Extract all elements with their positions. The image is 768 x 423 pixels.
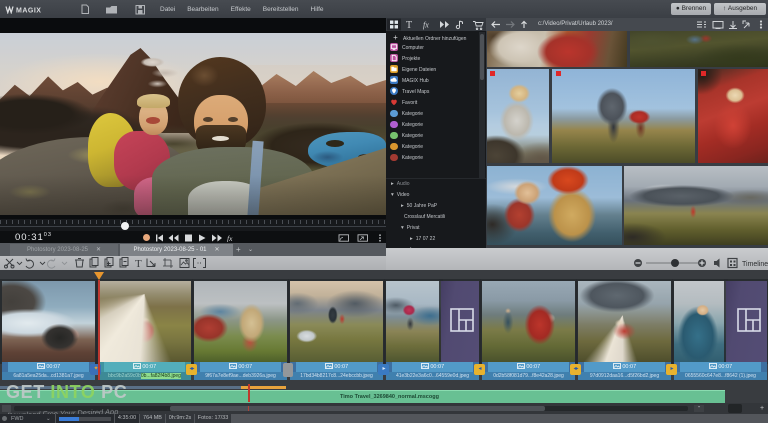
svg-text:MAGIX: MAGIX [16,8,41,15]
svg-text:fx: fx [227,234,233,242]
svg-text:T: T [406,20,412,31]
svg-text:Timeline: Timeline [742,261,768,268]
svg-text:fx: fx [423,21,429,30]
svg-text:T: T [135,258,142,270]
